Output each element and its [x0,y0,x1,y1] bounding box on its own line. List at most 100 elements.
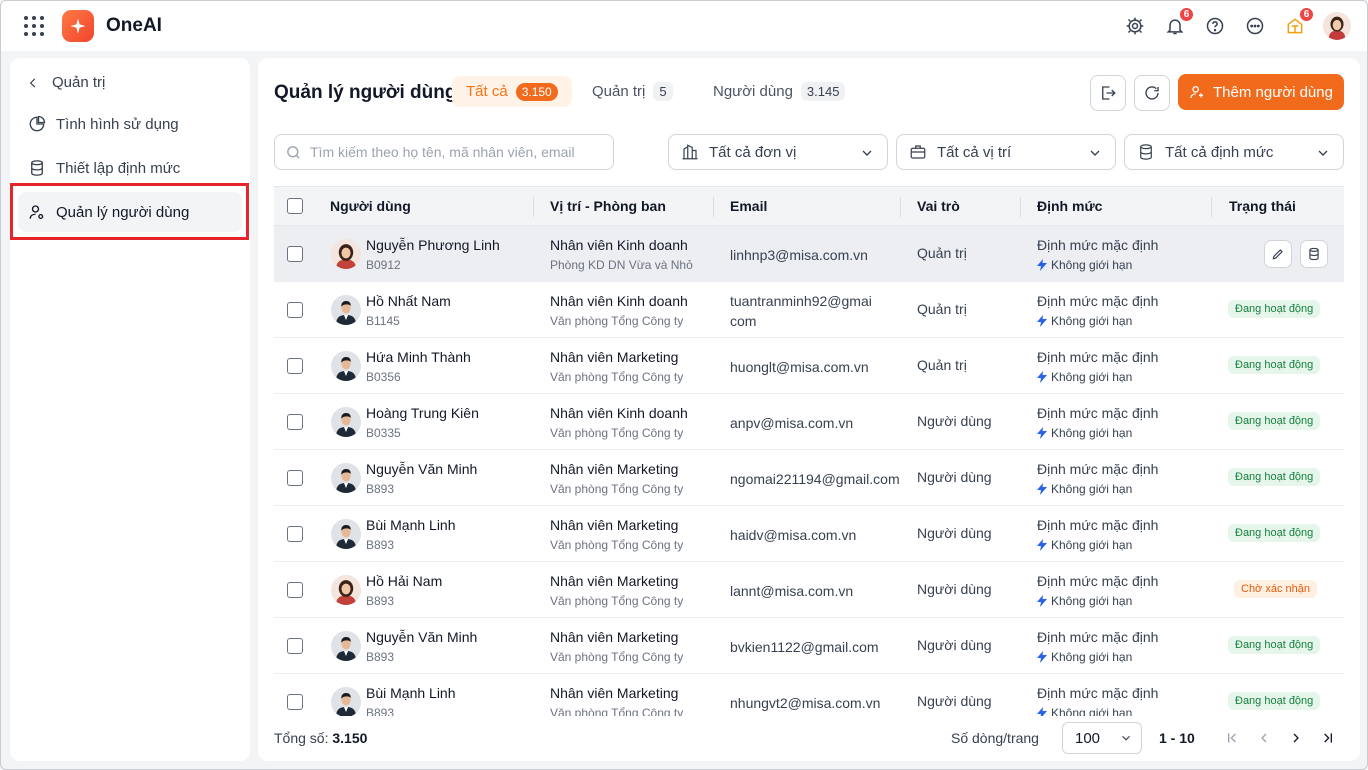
row-checkbox[interactable] [287,638,303,654]
select-all-checkbox[interactable] [287,198,303,214]
total-count: Tổng số: 3.150 [274,730,367,746]
quota-name: Định mức mặc định [1037,517,1159,533]
apps-grid-icon[interactable] [24,16,44,36]
row-checkbox[interactable] [287,414,303,430]
user-name: Nguyễn Văn Minh [366,461,478,477]
last-page-button[interactable] [1320,730,1336,746]
back-to-admin[interactable]: Quản trị [26,74,105,91]
quota-name: Định mức mặc định [1037,237,1159,253]
table-row[interactable]: Bùi Mạnh Linh B893 Nhân viên Marketing Văn … [274,674,1344,716]
user-name: Bùi Mạnh Linh [366,517,456,533]
table-row[interactable]: Hồ Nhất Nam B1145 Nhân viên Kinh doanh Văn … [274,282,1344,338]
refresh-icon [1145,86,1159,100]
tab-all[interactable]: Tất cả 3.150 [452,76,572,107]
rows-per-page-label: Số dòng/trang [951,730,1039,746]
chevron-down-icon [1122,735,1130,741]
gift-icon[interactable]: 6 [1283,7,1314,41]
previous-page-button[interactable] [1256,730,1272,746]
filter-quota-select[interactable]: Tất cả định mức [1124,134,1344,170]
pencil-icon [1272,249,1283,260]
column-header-user[interactable]: Người dùng [330,198,411,214]
user-name: Bùi Mạnh Linh [366,685,456,701]
export-button[interactable] [1090,75,1126,111]
row-checkbox[interactable] [287,302,303,318]
add-user-button[interactable]: Thêm người dùng [1178,74,1344,110]
table-row[interactable]: Nguyễn Văn Minh B893 Nhân viên Marketing Vă… [274,450,1344,506]
column-divider [900,197,901,217]
quota-limit: Không giới hạn [1037,314,1132,328]
quota-limit: Không giới hạn [1037,370,1132,384]
app-window: OneAI 6 6 Quản trị Tình hình sử dụng Thi… [0,0,1368,770]
table-row[interactable]: Nguyễn Văn Minh B893 Nhân viên Marketing Vă… [274,618,1344,674]
position: Nhân viên Kinh doanh [550,293,688,309]
department: Văn phòng Tổng Công ty [550,706,684,716]
filter-unit-select[interactable]: Tất cả đơn vị [668,134,888,170]
lightning-icon [1037,707,1047,716]
column-header-position[interactable]: Vị trí - Phòng ban [550,198,666,214]
search-input[interactable] [310,144,600,160]
table-row[interactable]: Bùi Mạnh Linh B893 Nhân viên Marketing Văn … [274,506,1344,562]
tab-users[interactable]: Người dùng 3.145 [699,76,859,107]
row-checkbox[interactable] [287,526,303,542]
department: Văn phòng Tổng Công ty [550,650,684,664]
main-panel: Quản lý người dùng Tất cả 3.150 Quản trị… [258,58,1360,761]
filter-position-select[interactable]: Tất cả vị trí [896,134,1116,170]
avatar [331,687,361,716]
refresh-button[interactable] [1134,75,1170,111]
table-row[interactable]: Hoàng Trung Kiên B0335 Nhân viên Kinh doan… [274,394,1344,450]
settings-icon[interactable] [1123,11,1147,41]
quota-button[interactable] [1300,240,1328,268]
email: ngomai221194@gmail.com [730,471,900,487]
chevron-right-icon [1293,733,1299,743]
email: nhungvt2@misa.com.vn [730,695,881,711]
user-name: Nguyễn Phương Linh [366,237,500,253]
role: Người dùng [917,413,992,429]
first-page-button[interactable] [1224,730,1240,746]
quota-limit: Không giới hạn [1037,258,1132,272]
tab-count: 3.145 [800,82,846,101]
email: bvkien1122@gmail.com [730,639,879,655]
row-checkbox[interactable] [287,582,303,598]
quota-name: Định mức mặc định [1037,349,1159,365]
chevron-down-icon [1318,150,1328,156]
tab-admin[interactable]: Quản trị 5 [578,76,687,107]
sidebar-item-usage[interactable]: Tình hình sử dụng [18,104,242,144]
lightning-icon [1037,371,1047,383]
column-header-email[interactable]: Email [730,198,767,214]
bell-icon[interactable]: 6 [1163,7,1194,41]
table-row[interactable]: Nguyễn Phương Linh B0912 Nhân viên Kinh do… [274,226,1344,282]
quota-name: Định mức mặc định [1037,629,1159,645]
briefcase-icon [910,145,926,159]
department: Văn phòng Tổng Công ty [550,426,684,440]
row-checkbox[interactable] [287,694,303,710]
employee-code: B0356 [366,370,401,384]
sidebar-item-quota-settings[interactable]: Thiết lập định mức [18,148,242,188]
row-checkbox[interactable] [287,358,303,374]
rows-per-page-select[interactable]: 100 [1062,722,1142,754]
status-badge: Đang hoạt động [1228,300,1321,318]
user-avatar[interactable] [1323,12,1351,40]
column-header-status[interactable]: Trạng thái [1229,198,1296,214]
column-header-role[interactable]: Vai trò [917,198,960,214]
quota-name: Định mức mặc định [1037,293,1159,309]
position: Nhân viên Marketing [550,349,679,365]
employee-code: B893 [366,538,395,552]
table-row[interactable]: Hứa Minh Thành B0356 Nhân viên Marketing Vă… [274,338,1344,394]
rows-per-page-value: 100 [1075,729,1101,747]
help-icon[interactable] [1203,11,1227,41]
edit-button[interactable] [1264,240,1292,268]
table-row[interactable]: Hồ Hải Nam B893 Nhân viên Marketing Văn phò… [274,562,1344,618]
quota-limit: Không giới hạn [1037,594,1132,608]
more-icon[interactable] [1243,11,1267,41]
role: Quản trị [917,301,967,317]
row-checkbox[interactable] [287,246,303,262]
employee-code: B893 [366,706,395,716]
column-header-quota[interactable]: Định mức [1037,198,1102,214]
oneai-logo-icon[interactable] [62,10,94,42]
row-checkbox[interactable] [287,470,303,486]
next-page-button[interactable] [1288,730,1304,746]
page-range: 1 - 10 [1159,730,1195,746]
status-badge: Chờ xác nhận [1234,580,1317,598]
avatar [331,575,361,605]
export-icon [1102,86,1116,100]
